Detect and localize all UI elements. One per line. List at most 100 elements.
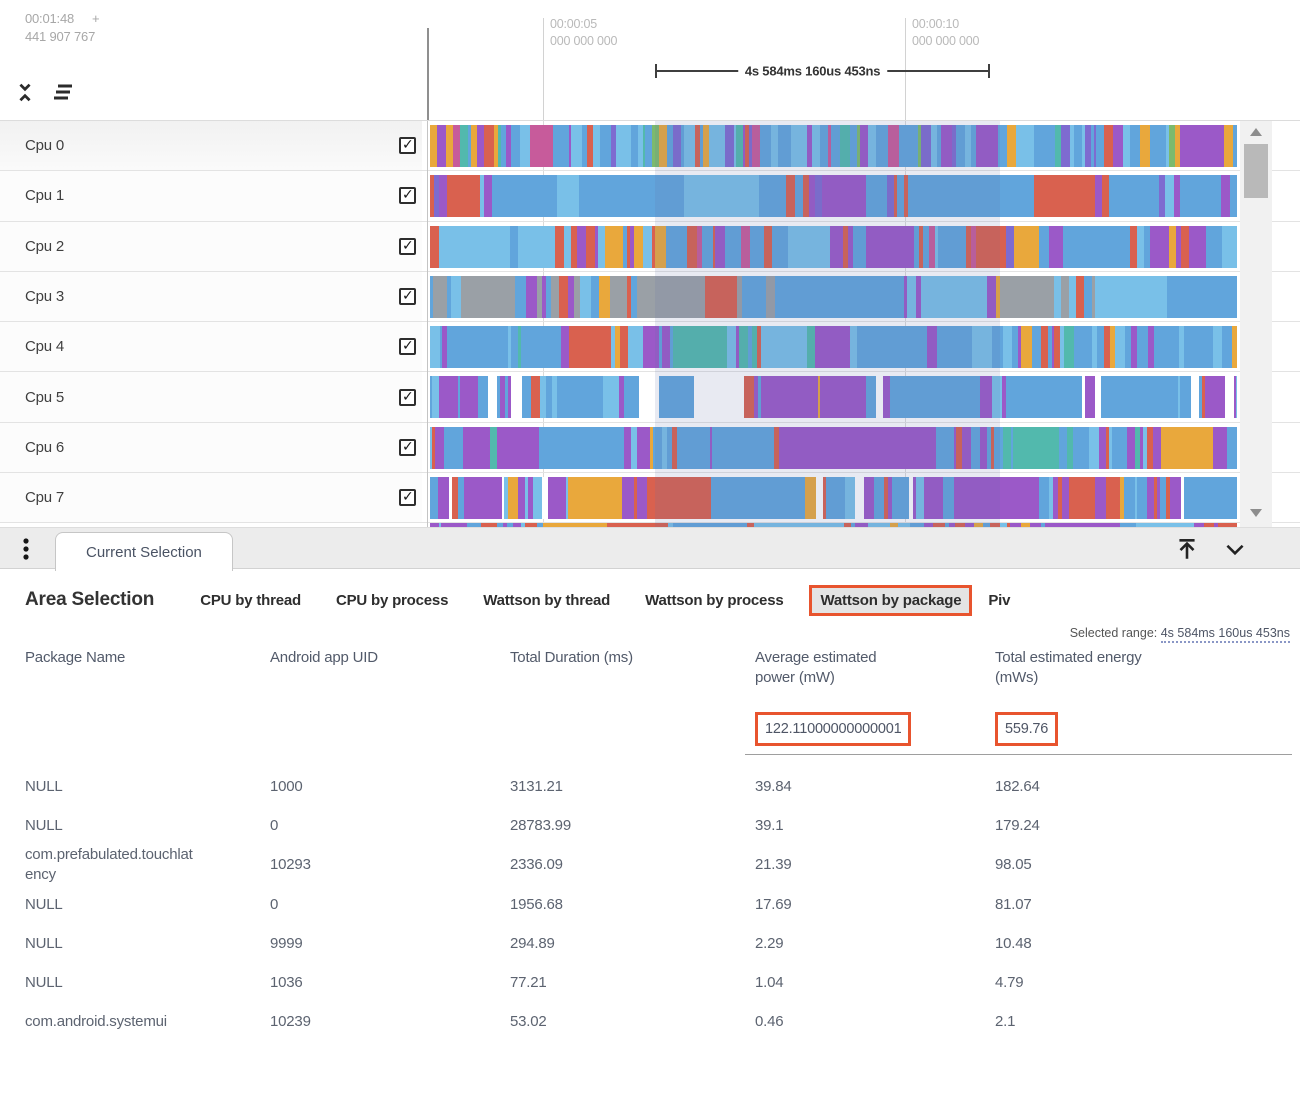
- track-row[interactable]: Cpu 0: [0, 121, 1300, 171]
- scrollbar-thumb[interactable]: [1244, 144, 1268, 198]
- slice: [1000, 276, 1049, 318]
- track-canvas[interactable]: [430, 427, 1237, 469]
- slice: [765, 326, 808, 368]
- track-checkbox[interactable]: [399, 489, 416, 506]
- slice: [530, 125, 554, 167]
- cell-package-name: NULL: [25, 777, 270, 797]
- column-header-label: Total estimated energy (mWs): [995, 648, 1167, 688]
- cell-package-name: NULL: [25, 895, 270, 915]
- slice: [639, 376, 660, 418]
- scrollbar-up-icon[interactable]: [1250, 128, 1262, 136]
- slice: [1222, 326, 1234, 368]
- collapse-tracks-icon[interactable]: [14, 80, 36, 104]
- selected-range-label: Selected range:: [1070, 626, 1158, 640]
- cell-total-energy: 81.07: [975, 895, 1292, 915]
- tab-wattson-by-package[interactable]: Wattson by package: [809, 585, 972, 616]
- cell-avg-power: 17.69: [745, 895, 975, 915]
- track-row[interactable]: Cpu 6: [0, 423, 1300, 473]
- track-label-cell[interactable]: Cpu 7: [0, 473, 422, 522]
- selection-span-label: 4s 584ms 160us 453ns: [738, 64, 888, 79]
- track-canvas[interactable]: [430, 477, 1237, 519]
- cell-package-name: NULL: [25, 934, 270, 954]
- track-canvas[interactable]: [430, 175, 1237, 217]
- sort-tracks-icon[interactable]: [50, 80, 74, 104]
- slice: [1154, 326, 1180, 368]
- track-canvas[interactable]: [430, 276, 1237, 318]
- tab-cpu-by-process[interactable]: CPU by process: [336, 592, 448, 609]
- table-summary-row: 122.11000000000001 559.76: [25, 712, 1300, 755]
- column-header[interactable]: Total Duration (ms): [510, 648, 745, 668]
- slice: [912, 175, 999, 217]
- slice: [1069, 477, 1097, 519]
- table-row: NULL10003131.2139.84182.64: [25, 767, 1300, 806]
- slice: [1161, 427, 1214, 469]
- slice: [702, 226, 714, 268]
- column-header[interactable]: Total estimated energy (mWs): [975, 648, 1292, 688]
- selected-range-value[interactable]: 4s 584ms 160us 453ns: [1161, 626, 1290, 643]
- selection-span-bracket: 4s 584ms 160us 453ns: [655, 64, 990, 78]
- cell-app-uid: 10293: [270, 855, 510, 875]
- tab-current-selection[interactable]: Current Selection: [55, 532, 233, 571]
- track-scrollbar[interactable]: [1240, 121, 1272, 527]
- slice: [539, 427, 616, 469]
- track-checkbox[interactable]: [399, 288, 416, 305]
- track-canvas[interactable]: [430, 326, 1237, 368]
- tab-wattson-by-thread[interactable]: Wattson by thread: [483, 592, 610, 609]
- track-checkbox[interactable]: [399, 187, 416, 204]
- cell-total-duration: 53.02: [510, 1012, 745, 1032]
- track-canvas[interactable]: [430, 125, 1237, 167]
- track-row[interactable]: Cpu 3: [0, 272, 1300, 322]
- column-header[interactable]: Package Name: [25, 648, 270, 668]
- slice: [1074, 326, 1085, 368]
- slice: [439, 226, 490, 268]
- table-row: com.prefabulated.touchlatency102932336.0…: [25, 845, 1300, 885]
- track-checkbox[interactable]: [399, 439, 416, 456]
- tab-cpu-by-thread[interactable]: CPU by thread: [200, 592, 301, 609]
- slice: [928, 276, 988, 318]
- track-label-cell[interactable]: Cpu 3: [0, 272, 422, 321]
- kebab-menu-icon[interactable]: [14, 536, 38, 564]
- slice: [963, 477, 1040, 519]
- tick-nanos: 000 000 000: [912, 33, 979, 50]
- track-label-cell[interactable]: Cpu 4: [0, 322, 422, 371]
- selected-range: Selected range: 4s 584ms 160us 453ns: [0, 626, 1290, 640]
- track-canvas[interactable]: [430, 226, 1237, 268]
- time-ruler[interactable]: 00:01:48+ 441 907 767 00:00:05000 000 00…: [0, 0, 1300, 121]
- track-label-cell[interactable]: Cpu 5: [0, 372, 422, 421]
- track-label-cell[interactable]: Cpu 6: [0, 423, 422, 472]
- tab-wattson-by-process[interactable]: Wattson by process: [645, 592, 783, 609]
- slice: [712, 427, 760, 469]
- column-header[interactable]: Average estimated power (mW): [745, 648, 975, 688]
- track-checkbox[interactable]: [399, 137, 416, 154]
- cell-avg-power: 39.1: [745, 816, 975, 836]
- slice: [1180, 376, 1192, 418]
- track-canvas[interactable]: [430, 376, 1237, 418]
- track-row[interactable]: Cpu 1: [0, 171, 1300, 221]
- cell-total-duration: 1956.68: [510, 895, 745, 915]
- track-label-cell[interactable]: Cpu 0: [0, 121, 422, 170]
- slice: [775, 276, 844, 318]
- slice: [820, 376, 861, 418]
- slice: [976, 226, 1006, 268]
- slice: [711, 477, 752, 519]
- expand-panel-up-icon[interactable]: [1174, 536, 1200, 562]
- track-row[interactable]: Cpu 2: [0, 222, 1300, 272]
- track-row[interactable]: Cpu 5: [0, 372, 1300, 422]
- tab-piv[interactable]: Piv: [988, 592, 1010, 609]
- cell-app-uid: 0: [270, 816, 510, 836]
- slice: [599, 276, 610, 318]
- cell-total-energy: 10.48: [975, 934, 1292, 954]
- track-checkbox[interactable]: [399, 389, 416, 406]
- collapse-panel-icon[interactable]: [1222, 536, 1248, 562]
- track-row[interactable]: Cpu 7: [0, 473, 1300, 523]
- cell-avg-power: 39.84: [745, 777, 975, 797]
- track-checkbox[interactable]: [399, 238, 416, 255]
- column-header[interactable]: Android app UID: [270, 648, 510, 668]
- scrollbar-down-icon[interactable]: [1250, 509, 1262, 517]
- column-header-label: Total Duration (ms): [510, 649, 633, 666]
- track-label-cell[interactable]: Cpu 1: [0, 171, 422, 220]
- track-row[interactable]: Cpu 4: [0, 322, 1300, 372]
- track-checkbox[interactable]: [399, 338, 416, 355]
- track-label-cell[interactable]: Cpu 2: [0, 222, 422, 271]
- slice: [647, 477, 711, 519]
